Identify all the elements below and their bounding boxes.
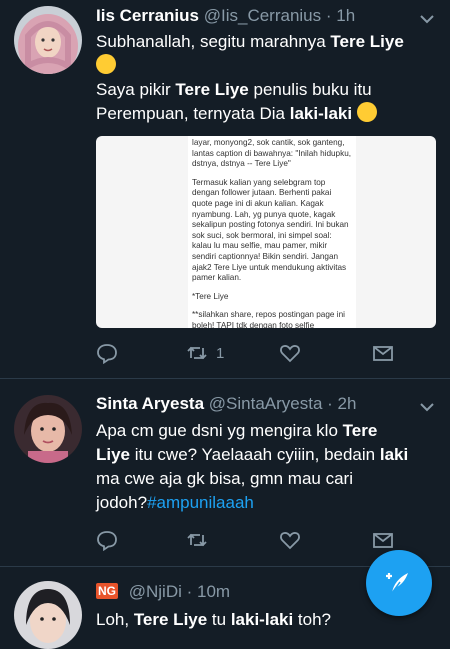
text-bold: laki-laki xyxy=(230,610,294,629)
doc-paragraph: layar, monyong2, sok cantik, sok ganteng… xyxy=(192,138,352,169)
text-bold: Tere Liye xyxy=(175,80,249,99)
media-image[interactable]: layar, monyong2, sok cantik, sok ganteng… xyxy=(96,136,436,328)
retweet-icon xyxy=(187,533,207,547)
tweet-actions xyxy=(96,528,416,552)
tweet-line xyxy=(96,54,436,78)
text: toh? xyxy=(293,610,332,629)
text-bold: laki-laki xyxy=(289,104,353,123)
doc-paragraph: **silahkan share, repos postingan page i… xyxy=(192,310,345,328)
timestamp[interactable]: · 10m xyxy=(187,582,230,601)
like-icon xyxy=(280,532,300,550)
tweet-line: Saya pikir Tere Liye penulis buku itu xyxy=(96,78,436,102)
text-bold: Tere Liye xyxy=(133,610,208,629)
tweet-actions: 1 xyxy=(96,341,416,365)
compose-button[interactable] xyxy=(366,550,432,616)
text-bold: laki xyxy=(379,445,409,464)
text-bold: Tere Liye xyxy=(330,32,404,51)
tweet-text: Subhanallah, segitu marahnya Tere Liye S… xyxy=(96,30,436,126)
like-icon xyxy=(280,345,300,363)
dm-icon xyxy=(373,346,393,361)
tweet-iis[interactable]: Iis Cerranius @Iis_Cerranius · 1h Subhan… xyxy=(0,0,450,378)
dm-button[interactable] xyxy=(372,528,394,552)
avatar[interactable] xyxy=(14,581,82,649)
user-handle[interactable]: @SintaAryesta xyxy=(209,394,323,413)
retweet-button[interactable]: 1 xyxy=(186,341,224,365)
user-handle[interactable]: @NjiDi xyxy=(129,582,182,601)
doc-paragraph: Termasuk kalian yang selebgram top denga… xyxy=(192,177,349,283)
timestamp[interactable]: · 1h xyxy=(326,6,355,25)
text: jodoh? xyxy=(96,493,148,512)
text: Subhanallah, segitu marahnya xyxy=(96,32,331,51)
reply-icon xyxy=(97,344,117,364)
tweet-line: Apa cm gue dsni yg mengira klo Tere xyxy=(96,419,436,443)
tweet-line: Perempuan, ternyata Dia laki-laki xyxy=(96,102,436,126)
tweet-line: ma cwe aja gk bisa, gmn mau cari xyxy=(96,469,353,488)
retweet-count: 1 xyxy=(216,344,225,362)
retweet-button[interactable] xyxy=(186,528,208,552)
text: itu cwe? Yaelaaah cyiiin, bedain xyxy=(130,445,380,464)
text: tu xyxy=(207,610,231,629)
avatar[interactable] xyxy=(14,6,82,74)
text-bold: Liye xyxy=(96,445,131,464)
tweet-header: Sinta Aryesta @SintaAryesta · 2h xyxy=(96,394,356,416)
tweet-line: jodoh?#ampunilaaah xyxy=(96,491,436,515)
text: Loh, xyxy=(96,610,134,629)
chevron-down-icon[interactable] xyxy=(418,12,436,26)
text: Perempuan, ternyata Dia xyxy=(96,104,290,123)
hashtag-link[interactable]: #ampunilaaah xyxy=(147,493,254,512)
display-name[interactable]: Iis Cerranius xyxy=(96,6,199,25)
tweet-line: Liye itu cwe? Yaelaaah cyiiin, bedain la… xyxy=(96,443,436,467)
retweet-icon xyxy=(187,346,207,360)
document-image: layar, monyong2, sok cantik, sok ganteng… xyxy=(188,136,356,328)
text: Saya pikir xyxy=(96,80,176,99)
tweet-header: NG @NjiDi · 10m xyxy=(96,582,230,604)
text: penulis buku itu xyxy=(248,80,372,99)
timestamp[interactable]: · 2h xyxy=(327,394,356,413)
reply-icon xyxy=(97,531,117,551)
text-bold: Tere xyxy=(342,421,378,440)
doc-paragraph: *Tere Liye xyxy=(192,291,229,301)
tweet-header: Iis Cerranius @Iis_Cerranius · 1h xyxy=(96,6,355,28)
speak-no-evil-emoji-icon xyxy=(96,54,116,74)
like-button[interactable] xyxy=(279,341,301,365)
user-handle[interactable]: @Iis_Cerranius xyxy=(204,6,321,25)
reply-button[interactable] xyxy=(96,528,118,552)
display-name-badge[interactable]: NG xyxy=(96,583,118,599)
display-name[interactable]: Sinta Aryesta xyxy=(96,394,204,413)
compose-icon xyxy=(386,573,408,594)
chevron-down-icon[interactable] xyxy=(418,400,436,414)
like-button[interactable] xyxy=(279,528,301,552)
dm-icon xyxy=(373,533,393,548)
dm-button[interactable] xyxy=(372,341,394,365)
reply-button[interactable] xyxy=(96,341,118,365)
text: Apa cm gue dsni yg mengira klo xyxy=(96,421,343,440)
tweet-sinta[interactable]: Sinta Aryesta @SintaAryesta · 2h Apa cm … xyxy=(0,379,450,565)
avatar[interactable] xyxy=(14,395,82,463)
laughing-emoji-icon xyxy=(356,102,377,122)
tweet-text: Apa cm gue dsni yg mengira klo Tere Liye… xyxy=(96,419,436,515)
tweet-line: Subhanallah, segitu marahnya Tere Liye xyxy=(96,30,436,54)
